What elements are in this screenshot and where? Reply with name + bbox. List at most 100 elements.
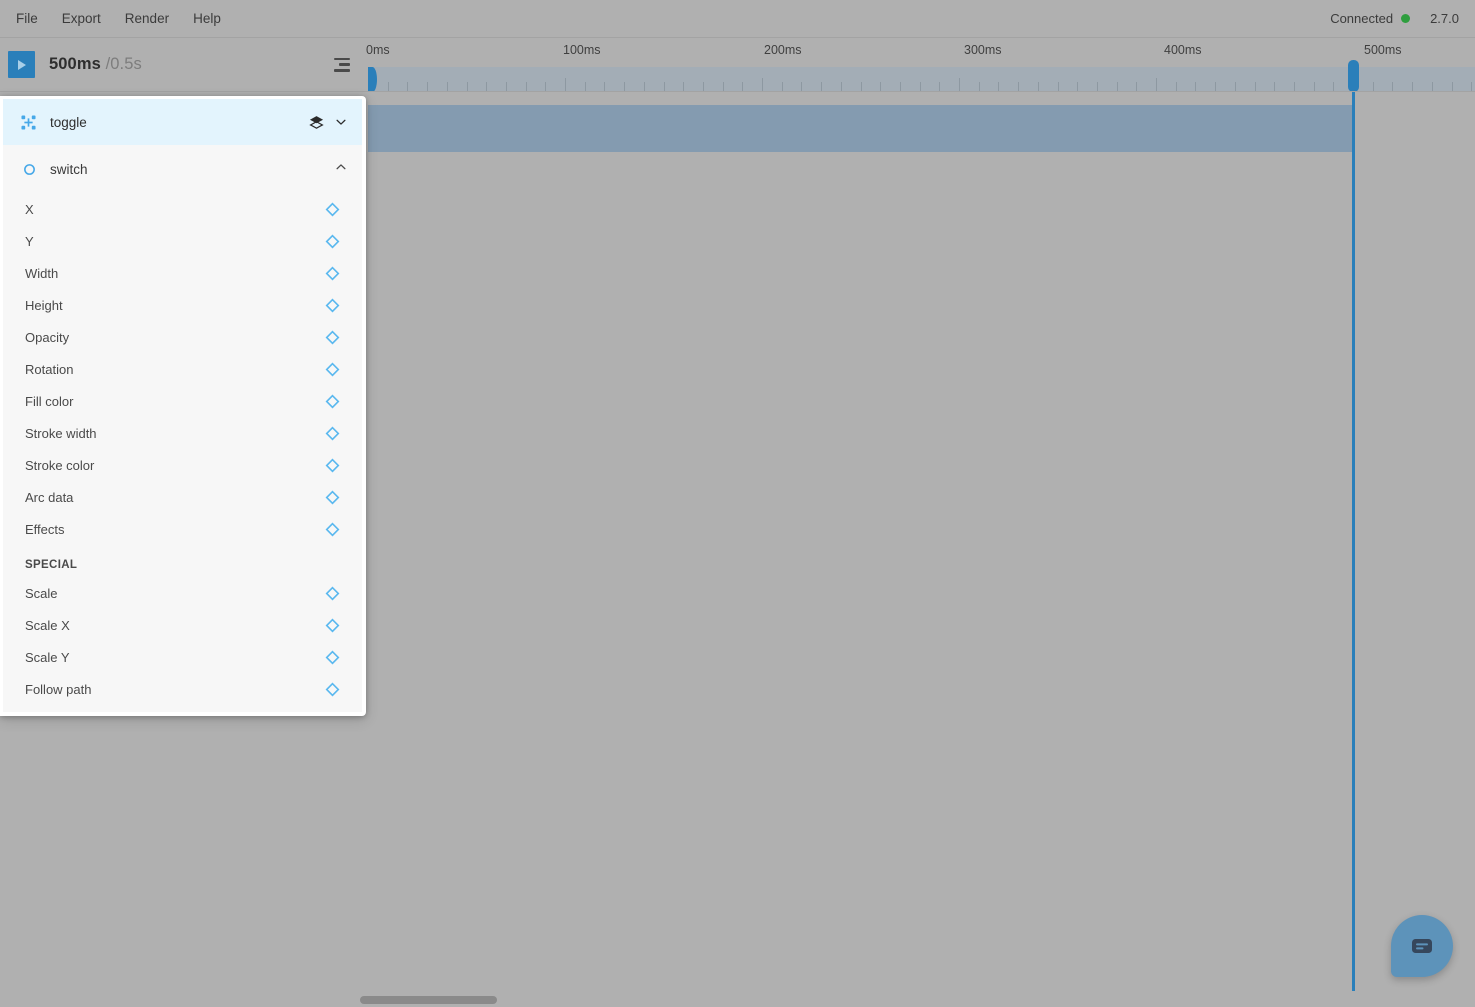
add-keyframe-button[interactable] (325, 330, 340, 345)
properties-panel: toggle switch XYWidth Height Opacity Rot… (0, 96, 366, 716)
property-row[interactable]: Stroke color (3, 449, 362, 481)
property-label: Scale (25, 585, 58, 601)
ruler-tick (1215, 82, 1217, 91)
horizontal-scrollbar-track[interactable] (0, 991, 1475, 1007)
selected-object-header[interactable]: toggle (3, 99, 362, 145)
add-keyframe-button[interactable] (325, 298, 340, 313)
add-keyframe-button[interactable] (325, 586, 340, 601)
property-row[interactable]: Effects (3, 513, 362, 545)
current-time: 500ms (49, 55, 101, 73)
property-row[interactable]: Width (3, 257, 362, 289)
property-label: Rotation (25, 361, 74, 377)
add-keyframe-button[interactable] (325, 650, 340, 665)
ruler-tick (683, 82, 685, 91)
menu-item-render[interactable]: Render (113, 0, 181, 37)
property-list[interactable]: X Y Width Height Opacity Rotation Fill color St… (3, 193, 362, 712)
diamond-icon (325, 266, 340, 280)
ruler-tick-label: 500ms (1364, 43, 1402, 57)
diamond-icon (325, 202, 340, 216)
ruler-tick (663, 82, 665, 91)
horizontal-scrollbar-thumb[interactable] (360, 996, 497, 1004)
ruler-tick (1333, 82, 1335, 91)
ruler-tick (1116, 82, 1118, 91)
add-keyframe-button[interactable] (325, 202, 340, 217)
add-keyframe-button[interactable] (325, 234, 340, 249)
timeline-options-icon[interactable] (332, 57, 350, 72)
ruler-tick (1136, 82, 1138, 91)
ruler-tick-label: 0ms (366, 43, 390, 57)
ruler-tick (545, 82, 547, 91)
add-keyframe-button[interactable] (325, 362, 340, 377)
add-keyframe-button[interactable] (325, 426, 340, 441)
add-keyframe-button[interactable] (325, 618, 340, 633)
ruler-tick (880, 82, 882, 91)
ruler-tick (1313, 82, 1315, 91)
chat-button[interactable] (1391, 915, 1453, 977)
menu-item-file[interactable]: File (4, 0, 50, 37)
group-row-switch[interactable]: switch (3, 145, 362, 193)
diamond-icon (325, 362, 340, 376)
diamond-icon (325, 426, 340, 440)
add-keyframe-button[interactable] (325, 490, 340, 505)
diamond-icon (325, 298, 340, 312)
ruler-tick (1077, 82, 1079, 91)
diamond-icon (325, 490, 340, 504)
ruler-tick (840, 82, 842, 91)
menu-item-export[interactable]: Export (50, 0, 113, 37)
ruler-tick (1293, 82, 1295, 91)
group-collapse-toggle[interactable] (334, 160, 348, 179)
ruler-tick (1471, 82, 1473, 91)
property-row[interactable]: Opacity (3, 321, 362, 353)
property-row[interactable]: Stroke width (3, 417, 362, 449)
ruler-tick (1195, 82, 1197, 91)
add-keyframe-button[interactable] (325, 266, 340, 281)
property-label: Height (25, 297, 63, 313)
group-name: switch (50, 161, 88, 177)
range-start-handle[interactable] (368, 67, 377, 91)
property-label: Stroke color (25, 457, 95, 473)
property-label: Scale Y (25, 649, 70, 665)
layers-icon[interactable] (309, 115, 324, 130)
property-row[interactable]: Rotation (3, 353, 362, 385)
add-keyframe-button[interactable] (325, 522, 340, 537)
ruler-tick (1096, 82, 1098, 91)
property-row[interactable]: Scale (3, 577, 362, 609)
playhead-line (1352, 92, 1355, 1007)
diamond-icon (325, 650, 340, 664)
time-readout: 500ms /0.5s (49, 55, 142, 74)
property-row[interactable]: Y (3, 225, 362, 257)
timeline-ruler-track[interactable] (368, 67, 1475, 91)
property-row[interactable]: Scale Y (3, 641, 362, 673)
add-keyframe-button[interactable] (325, 394, 340, 409)
ruler-tick (505, 82, 507, 91)
ruler-tick (1372, 82, 1374, 91)
property-row[interactable]: X (3, 193, 362, 225)
menu-item-help[interactable]: Help (181, 0, 233, 37)
add-keyframe-button[interactable] (325, 682, 340, 697)
menu-bar-status-area: Connected 2.7.0 (1330, 11, 1475, 26)
add-keyframe-button[interactable] (325, 458, 340, 473)
property-row[interactable]: Height (3, 289, 362, 321)
property-row[interactable]: Fill color (3, 385, 362, 417)
ellipse-icon (24, 163, 35, 175)
timeline-clip-bar[interactable] (368, 105, 1353, 152)
version-label: 2.7.0 (1430, 11, 1459, 26)
property-label: Scale X (25, 617, 70, 633)
connection-status-dot (1401, 14, 1411, 23)
timeline-ruler[interactable]: 0ms 100ms 200ms 300ms 400ms 500ms (362, 38, 1475, 92)
ruler-tick (1451, 82, 1453, 91)
playhead-handle[interactable] (1348, 60, 1359, 91)
ruler-tick (466, 82, 468, 91)
ruler-tick (446, 82, 448, 91)
property-row[interactable]: Scale X (3, 609, 362, 641)
play-button[interactable] (8, 51, 35, 78)
ruler-tick (643, 82, 645, 91)
chevron-down-icon[interactable] (334, 115, 348, 129)
selected-object-name: toggle (50, 114, 87, 130)
property-row[interactable]: Follow path (3, 673, 362, 705)
diamond-icon (325, 618, 340, 632)
hamburger-line (334, 69, 350, 72)
ruler-tick-label: 400ms (1164, 43, 1202, 57)
ruler-tick (860, 82, 862, 91)
property-row[interactable]: Arc data (3, 481, 362, 513)
